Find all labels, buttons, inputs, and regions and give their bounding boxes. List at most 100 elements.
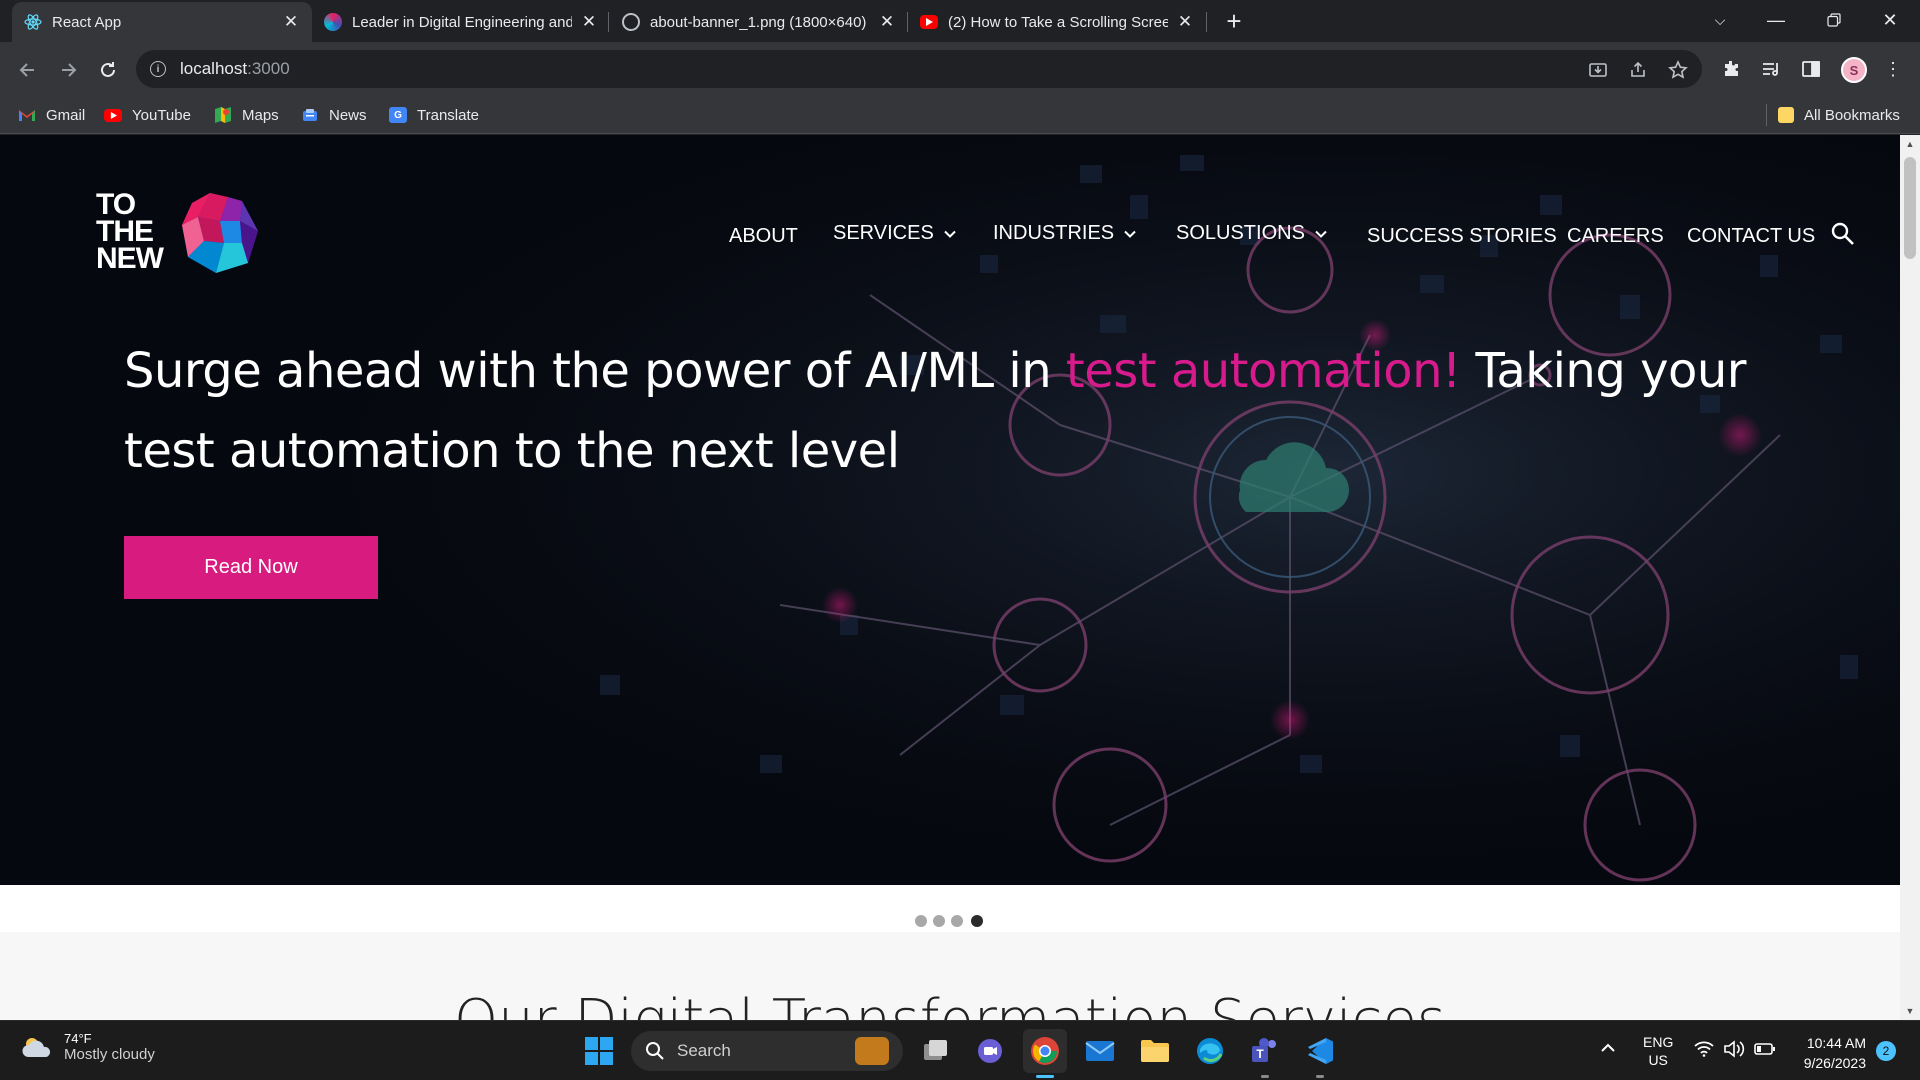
nav-about[interactable]: ABOUT <box>729 225 798 248</box>
bookmark-label: Maps <box>242 106 279 124</box>
close-tab-icon[interactable]: ✕ <box>878 12 896 32</box>
carousel-dot-3[interactable] <box>951 915 963 927</box>
nav-about-label: ABOUT <box>729 225 798 247</box>
close-tab-icon[interactable]: ✕ <box>282 12 300 32</box>
show-hidden-icons-chevron-icon[interactable] <box>1600 1041 1616 1057</box>
bookmark-translate[interactable]: G Translate <box>389 105 479 125</box>
read-now-button[interactable]: Read Now <box>124 536 378 599</box>
language-code: ENG <box>1643 1034 1674 1050</box>
tab-title: (2) How to Take a Scrolling Screen <box>948 13 1168 31</box>
task-view-icon[interactable] <box>914 1029 958 1073</box>
bookmarks-bar: Gmail YouTube Maps News G Translate All … <box>0 96 1920 134</box>
bookmark-label: Translate <box>417 106 479 124</box>
chrome-menu-icon[interactable]: ⋮ <box>1880 56 1906 82</box>
forward-button[interactable] <box>54 56 82 84</box>
carousel-dot-4[interactable] <box>971 915 983 927</box>
back-button[interactable] <box>14 56 42 84</box>
search-highlight-icon <box>855 1037 889 1065</box>
chevron-down-icon <box>1315 230 1327 238</box>
bookmark-gmail[interactable]: Gmail <box>18 105 85 125</box>
taskbar-search-box[interactable]: Search <box>631 1031 903 1071</box>
nav-services-label: SERVICES <box>833 222 934 244</box>
translate-icon: G <box>389 107 407 123</box>
nav-contact-us[interactable]: CONTACT US <box>1687 225 1815 248</box>
site-info-icon[interactable]: i <box>150 61 166 77</box>
file-explorer-icon[interactable] <box>1133 1029 1177 1073</box>
browser-toolbar: i localhost:3000 S ⋮ <box>0 42 1920 96</box>
media-queue-icon[interactable] <box>1758 56 1784 82</box>
close-window-button[interactable]: ✕ <box>1862 0 1918 40</box>
reload-button[interactable] <box>94 56 122 84</box>
clock[interactable]: 10:44 AM 9/26/2023 <box>1794 1033 1866 1073</box>
nav-success-stories[interactable]: SUCCESS STORIES <box>1367 225 1557 248</box>
vscode-icon[interactable] <box>1298 1029 1342 1073</box>
nav-solutions[interactable]: SOLUSTIONS <box>1176 222 1327 245</box>
address-host: localhost <box>180 59 248 78</box>
nav-services[interactable]: SERVICES <box>833 222 956 245</box>
bookmark-maps[interactable]: Maps <box>214 105 279 125</box>
chevron-down-icon <box>1124 230 1136 238</box>
weather-widget[interactable]: 74°F Mostly cloudy <box>20 1031 155 1063</box>
bookmark-star-icon[interactable] <box>1668 60 1688 80</box>
volume-icon[interactable] <box>1723 1040 1745 1061</box>
carousel-dot-1[interactable] <box>915 915 927 927</box>
headline-highlight: test automation! <box>1065 343 1461 399</box>
windows-taskbar: 74°F Mostly cloudy Search T ENG US 10:44… <box>0 1020 1920 1080</box>
tothenew-logo[interactable]: TO THE NEW <box>96 188 266 281</box>
scroll-up-arrow-icon[interactable]: ▲ <box>1900 135 1920 153</box>
teams-chat-icon[interactable] <box>968 1029 1012 1073</box>
mail-icon[interactable] <box>1078 1029 1122 1073</box>
teams-icon[interactable]: T <box>1243 1029 1287 1073</box>
tab-title: about-banner_1.png (1800×640) <box>650 13 867 31</box>
news-icon <box>301 107 319 123</box>
address-bar[interactable]: i localhost:3000 <box>136 50 1702 88</box>
bookmark-news[interactable]: News <box>301 105 367 125</box>
tab-react-app[interactable]: React App ✕ <box>12 2 312 42</box>
chrome-taskbar-icon[interactable] <box>1023 1029 1067 1073</box>
profile-avatar[interactable]: S <box>1841 57 1867 83</box>
all-bookmarks[interactable]: All Bookmarks <box>1778 105 1900 125</box>
scrollbar-thumb[interactable] <box>1904 157 1916 259</box>
nav-contact-us-label: CONTACT US <box>1687 225 1816 247</box>
tab-title: Leader in Digital Engineering and <box>352 13 572 31</box>
share-icon[interactable] <box>1628 60 1648 80</box>
restore-button[interactable] <box>1806 0 1862 40</box>
edge-icon[interactable] <box>1188 1029 1232 1073</box>
bookmark-youtube[interactable]: YouTube <box>104 105 191 125</box>
search-icon[interactable] <box>1830 221 1856 247</box>
logo-word-to: TO <box>96 188 136 221</box>
wifi-icon[interactable] <box>1694 1041 1714 1060</box>
vscode-running-indicator <box>1316 1075 1324 1078</box>
tab-search-chevron-icon[interactable]: ⌵ <box>1692 0 1748 40</box>
close-tab-icon[interactable]: ✕ <box>1176 12 1194 32</box>
tab-separator <box>608 12 609 32</box>
notification-badge[interactable]: 2 <box>1876 1041 1896 1061</box>
tab-leader-digital[interactable]: Leader in Digital Engineering and ✕ <box>312 2 610 42</box>
tab-title: React App <box>52 13 122 31</box>
battery-icon[interactable] <box>1754 1042 1776 1059</box>
extensions-icon[interactable] <box>1718 56 1744 82</box>
tab-about-banner[interactable]: about-banner_1.png (1800×640) ✕ <box>610 2 908 42</box>
language-indicator[interactable]: ENG US <box>1643 1033 1673 1069</box>
windows-start-icon[interactable] <box>577 1029 621 1073</box>
install-app-icon[interactable] <box>1588 60 1608 80</box>
carousel-dot-2[interactable] <box>933 915 945 927</box>
nav-careers[interactable]: CAREERS <box>1567 225 1664 248</box>
close-tab-icon[interactable]: ✕ <box>580 12 598 32</box>
side-panel-icon[interactable] <box>1798 56 1824 82</box>
tab-youtube-video[interactable]: (2) How to Take a Scrolling Screen ✕ <box>908 2 1206 42</box>
gmail-icon <box>18 107 36 123</box>
tothenew-favicon-icon <box>324 13 342 31</box>
logo-wordmark: TO THE NEW <box>96 188 164 274</box>
region-code: US <box>1648 1052 1668 1068</box>
scroll-down-arrow-icon[interactable]: ▼ <box>1900 1002 1920 1020</box>
page-scrollbar[interactable]: ▲ ▼ <box>1900 135 1920 1020</box>
tab-separator <box>1206 12 1207 32</box>
page-viewport: TO THE NEW ABOUT SERVICES INDUSTRIES SOL… <box>0 135 1900 1020</box>
address-port: :3000 <box>247 59 290 78</box>
youtube-icon <box>920 15 938 29</box>
minimize-button[interactable]: — <box>1748 0 1804 40</box>
bookmarks-separator <box>1766 104 1767 126</box>
new-tab-button[interactable]: + <box>1220 6 1248 37</box>
nav-industries[interactable]: INDUSTRIES <box>993 222 1136 245</box>
